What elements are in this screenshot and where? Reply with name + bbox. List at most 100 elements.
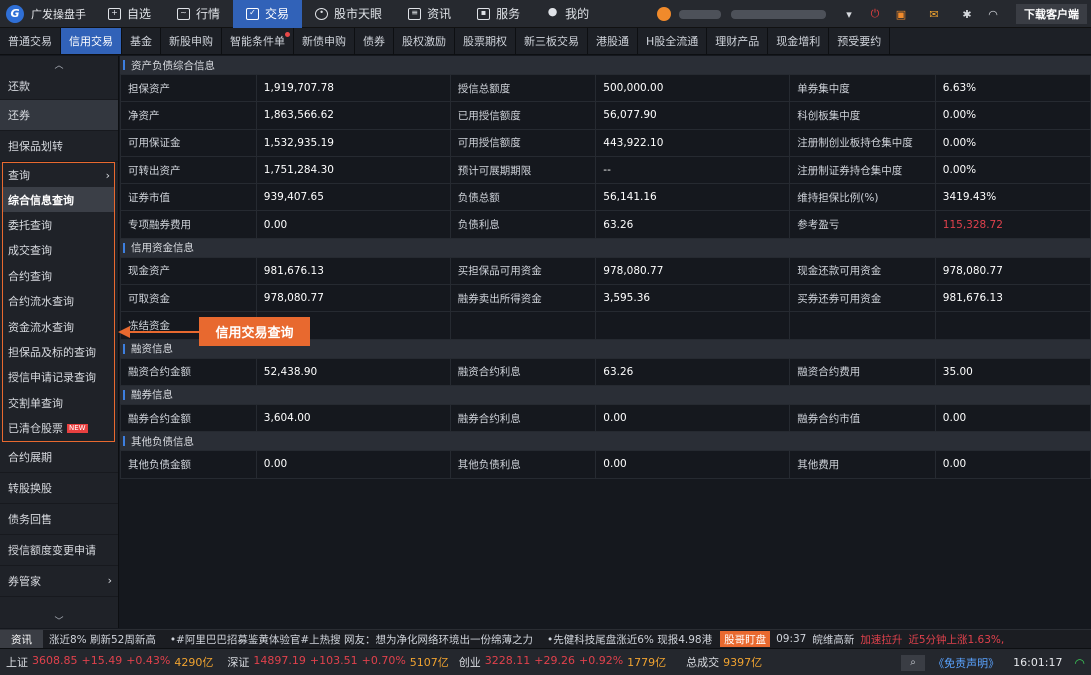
section-fund-header: 信用资金信息 bbox=[120, 238, 1091, 257]
field-label: 参考盈亏 bbox=[789, 210, 936, 239]
headset-icon[interactable]: ◠ bbox=[985, 6, 1001, 22]
field-value: 1,919,707.78 bbox=[255, 73, 451, 103]
tab-credit-trade[interactable]: 信用交易 bbox=[61, 28, 122, 54]
tab-options[interactable]: 股票期权 bbox=[455, 28, 516, 54]
sidebar-item-putback[interactable]: 债务回售 bbox=[0, 504, 118, 535]
chevron-down-icon[interactable]: ▾ bbox=[841, 6, 857, 22]
user-icon: ● bbox=[547, 4, 558, 18]
nav-market[interactable]: ~ 行情 bbox=[164, 0, 233, 28]
tab-hk-connect[interactable]: 港股通 bbox=[588, 28, 638, 54]
field-label: 负债利息 bbox=[449, 210, 597, 239]
tab-tender-offer[interactable]: 预受要约 bbox=[829, 28, 891, 54]
field-label: 可取资金 bbox=[120, 284, 257, 313]
ticker-item[interactable]: •先健科技尾盘涨近6% 现报4.98港 bbox=[547, 632, 712, 647]
field-label: 担保资产 bbox=[120, 73, 257, 103]
status-right: ⌕ 《免责声明》 16:01:17 ◠ bbox=[901, 649, 1091, 675]
sidebar-subitem-orders[interactable]: 委托查询 bbox=[3, 212, 114, 237]
disclaimer-link[interactable]: 《免责声明》 bbox=[933, 655, 999, 671]
tab-ipo[interactable]: 新股申购 bbox=[161, 28, 222, 54]
power-icon[interactable]: ⏻ bbox=[867, 6, 883, 22]
field-label: 净资产 bbox=[120, 101, 257, 130]
field-label: 可用授信额度 bbox=[449, 128, 597, 157]
sidebar-subitem-settlement[interactable]: 交割单查询 bbox=[3, 390, 114, 415]
new-badge: NEW bbox=[67, 423, 88, 433]
sidebar-subitem-deals[interactable]: 成交查询 bbox=[3, 238, 114, 263]
sidebar-item-butler[interactable]: 券管家 › bbox=[0, 566, 118, 597]
index-chinext[interactable]: 创业 3228.11 +29.26 +0.92% 1779亿 bbox=[459, 654, 666, 670]
trading-app: G 广发操盘手 + 自选 ~ 行情 ✓ 交易 • 股市天眼 ≡ 资讯 ▪ 服务 ● 我的 ▾ … bbox=[0, 0, 1091, 675]
field-label: 融券合约市值 bbox=[789, 403, 936, 433]
field-value: 0.00% bbox=[934, 128, 1091, 157]
sidebar-item-credit-change[interactable]: 授信额度变更申请 bbox=[0, 535, 118, 566]
download-client-button[interactable]: 下载客户端 bbox=[1016, 4, 1087, 24]
ticker-label[interactable]: 资讯 bbox=[0, 629, 43, 649]
chevron-down-icon[interactable]: ﹀ bbox=[0, 612, 118, 628]
field-value: 500,000.00 bbox=[595, 73, 791, 103]
nav-trade[interactable]: ✓ 交易 bbox=[233, 0, 303, 28]
asset-table: 担保资产 1,919,707.78 授信总额度 500,000.00 单券集中度 6.63… bbox=[120, 73, 1091, 239]
sidebar-item-collateral-transfer[interactable]: 担保品划转 bbox=[0, 131, 118, 162]
sidebar-item-convert[interactable]: 转股换股 bbox=[0, 473, 118, 504]
account-area: ▾ ⏻ ▣ ✉ ✱ ◠ 下载客户端 bbox=[657, 0, 1091, 28]
nav-mine[interactable]: ● 我的 bbox=[533, 0, 602, 28]
sidebar-item-return-securities[interactable]: 还券 bbox=[0, 100, 118, 131]
user-avatar[interactable] bbox=[657, 7, 671, 21]
chevron-right-icon: › bbox=[105, 168, 110, 182]
sidebar-subitem-collateral[interactable]: 担保品及标的查询 bbox=[3, 339, 114, 364]
sidebar-subitem-fund-flow[interactable]: 资金流水查询 bbox=[3, 314, 114, 339]
ticker-stock[interactable]: 皖维高新 bbox=[812, 632, 854, 647]
clock: 16:01:17 bbox=[1013, 656, 1063, 669]
sidebar-item-repay[interactable]: 还款 bbox=[0, 72, 118, 100]
sidebar-subitem-contract-flow[interactable]: 合约流水查询 bbox=[3, 289, 114, 314]
tab-neeq[interactable]: 新三板交易 bbox=[516, 28, 588, 54]
tab-bond[interactable]: 债券 bbox=[355, 28, 394, 54]
sidebar-subitem-credit-apply[interactable]: 授信申请记录查询 bbox=[3, 365, 114, 390]
field-value: 443,922.10 bbox=[595, 128, 791, 157]
sidebar-group-header[interactable]: 查询 › bbox=[3, 163, 114, 187]
nav-news[interactable]: ≡ 资讯 bbox=[395, 0, 464, 28]
field-value: 52,438.90 bbox=[255, 357, 451, 386]
chevron-up-icon[interactable]: ︿ bbox=[0, 56, 118, 72]
tab-cash-plus[interactable]: 现金增利 bbox=[768, 28, 830, 54]
search-icon[interactable]: ⌕ bbox=[901, 654, 926, 671]
lock-icon[interactable]: ▣ bbox=[893, 6, 909, 22]
gear-icon[interactable]: ✱ bbox=[959, 6, 975, 22]
tab-wealth[interactable]: 理财产品 bbox=[707, 28, 769, 54]
index-shanghai[interactable]: 上证 3608.85 +15.49 +0.43% 4290亿 bbox=[6, 654, 213, 670]
field-label: 买担保品可用资金 bbox=[449, 256, 597, 286]
callout-line bbox=[130, 331, 199, 333]
field-value: -- bbox=[595, 155, 791, 185]
field-label: 其他负债利息 bbox=[449, 450, 597, 479]
field-value: 0.00% bbox=[934, 155, 1091, 185]
table-row: 其他负债金额 0.00 其他负债利息 0.00 其他费用 0.00 bbox=[120, 450, 1091, 479]
tab-fund[interactable]: 基金 bbox=[122, 28, 161, 54]
field-label bbox=[449, 311, 597, 340]
tab-normal-trade[interactable]: 普通交易 bbox=[0, 28, 61, 54]
sidebar-subitem-comprehensive[interactable]: 综合信息查询 bbox=[3, 187, 114, 213]
tab-bond-ipo[interactable]: 新债申购 bbox=[294, 28, 355, 54]
brand[interactable]: G 广发操盘手 bbox=[0, 0, 95, 28]
nav-service[interactable]: ▪ 服务 bbox=[464, 0, 533, 28]
tab-h-share[interactable]: H股全流通 bbox=[638, 28, 708, 54]
sidebar-subitem-cleared-stocks[interactable]: 已清仓股票 NEW bbox=[3, 416, 114, 441]
news-ticker: 资讯 涨近8% 刷新52周新高 •#阿里巴巴招募鉴黄体验官#上热搜 网友：想为净… bbox=[0, 629, 1091, 649]
stock-watch-badge[interactable]: 股哥盯盘 bbox=[720, 631, 771, 647]
ticker-item[interactable]: 涨近8% 刷新52周新高 bbox=[49, 632, 156, 647]
callout-arrow bbox=[118, 326, 130, 338]
ticker-item[interactable]: •#阿里巴巴招募鉴黄体验官#上热搜 网友：想为净化网络环境出一份绵薄之力 bbox=[170, 632, 533, 647]
field-value: 3419.43% bbox=[934, 183, 1091, 212]
mail-icon[interactable]: ✉ bbox=[926, 6, 942, 22]
tab-equity-incentive[interactable]: 股权激励 bbox=[394, 28, 455, 54]
account-name-masked bbox=[679, 9, 721, 19]
top-navigation: G 广发操盘手 + 自选 ~ 行情 ✓ 交易 • 股市天眼 ≡ 资讯 ▪ 服务 ● 我的 ▾ … bbox=[0, 0, 1091, 28]
field-label: 专项融券费用 bbox=[120, 210, 257, 239]
tab-smart-order[interactable]: 智能条件单 bbox=[222, 28, 294, 54]
nav-eye[interactable]: • 股市天眼 bbox=[302, 0, 395, 28]
sidebar-item-extension[interactable]: 合约展期 bbox=[0, 442, 118, 473]
table-row: 证券市值 939,407.65 负债总额 56,141.16 维持担保比例(%) 3419… bbox=[120, 183, 1091, 212]
nav-watchlist[interactable]: + 自选 bbox=[95, 0, 164, 28]
index-shenzhen[interactable]: 深证 14897.19 +103.51 +0.70% 5107亿 bbox=[227, 654, 448, 670]
sidebar-subitem-contracts[interactable]: 合约查询 bbox=[3, 263, 114, 288]
chevron-right-icon: › bbox=[107, 574, 112, 588]
field-value: 1,751,284.30 bbox=[255, 155, 451, 185]
